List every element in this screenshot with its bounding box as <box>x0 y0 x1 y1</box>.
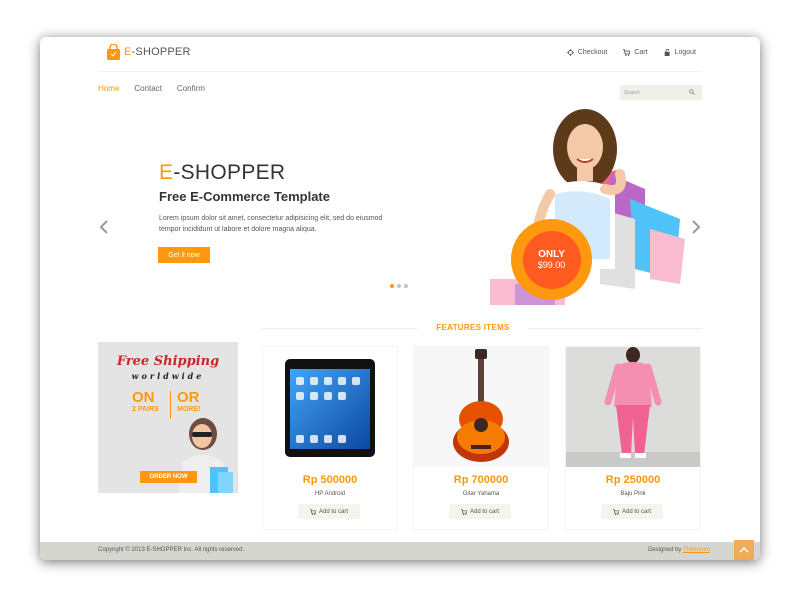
features-divider-left <box>262 328 417 329</box>
shopping-cart-icon <box>460 508 467 515</box>
ad-pairs-text: 2 PAIRS <box>132 406 159 413</box>
ad-worldwide-text: worldwide <box>131 371 205 381</box>
slider-dot-3[interactable] <box>404 284 408 288</box>
badge-only-text: ONLY <box>538 249 565 260</box>
hero-description: Lorem ipsum dolor sit amet, consectetur … <box>159 215 383 233</box>
product-image-guitar[interactable] <box>414 347 548 467</box>
order-now-button[interactable]: ORDER NOW <box>140 471 197 483</box>
logout-link[interactable]: Logout <box>664 49 696 56</box>
product-image-outfit[interactable] <box>566 347 700 467</box>
hero-title: E-SHOPPER <box>159 161 286 184</box>
footer: Copyright © 2013 E-SHOPPER Inc. All righ… <box>40 542 760 560</box>
shopping-cart-icon <box>612 508 619 515</box>
shopping-bag-icon <box>107 44 120 60</box>
search-icon[interactable] <box>689 89 695 95</box>
chevron-up-icon <box>739 546 749 553</box>
shopping-cart-icon <box>623 49 631 56</box>
price-badge: ONLY $99.00 <box>511 219 592 300</box>
add-to-cart-button[interactable]: Add to cart <box>601 504 663 519</box>
product-image-phone[interactable] <box>263 347 397 467</box>
get-it-now-button[interactable]: Get it now <box>158 247 210 263</box>
ad-or-text: OR <box>177 389 200 406</box>
pink-outfit-image <box>566 347 700 467</box>
shopping-cart-icon <box>309 508 316 515</box>
product-card-guitar: Rp 700000 Gitar Yahama Add to cart <box>413 346 549 530</box>
hero-subtitle: Free E-Commerce Template <box>159 189 330 204</box>
add-to-cart-label: Add to cart <box>318 508 348 515</box>
add-to-cart-label: Add to cart <box>469 508 499 515</box>
product-name[interactable]: Baju Pink <box>566 491 700 497</box>
cart-link[interactable]: Cart <box>623 49 648 56</box>
slider-indicators <box>390 284 408 288</box>
search-box <box>620 85 702 100</box>
shipping-ad-banner[interactable]: Free Shipping worldwide ON OR 2 PAIRS MO… <box>98 342 238 493</box>
checkout-link[interactable]: Checkout <box>566 49 608 56</box>
lock-icon <box>664 49 670 56</box>
guitar-image <box>453 349 509 462</box>
designed-by-text: Designed by Themeum <box>648 547 710 553</box>
features-title: FEATURES ITEMS <box>436 323 510 332</box>
logout-label: Logout <box>674 49 696 56</box>
badge-price-text: $99.00 <box>537 260 566 270</box>
slider-next-arrow-icon[interactable] <box>690 220 702 234</box>
add-to-cart-button[interactable]: Add to cart <box>298 504 360 519</box>
slider-dot-1[interactable] <box>390 284 394 288</box>
phone-image <box>285 359 375 457</box>
features-divider-right <box>528 328 702 329</box>
copyright-text: Copyright © 2013 E-SHOPPER Inc. All righ… <box>98 547 245 553</box>
cart-label: Cart <box>634 49 648 56</box>
designer-link[interactable]: Themeum <box>683 547 710 553</box>
main-nav: Home Contact Confirm <box>98 84 205 93</box>
slider-prev-arrow-icon[interactable] <box>98 220 110 234</box>
product-name[interactable]: HP Android <box>263 491 397 497</box>
product-price: Rp 500000 <box>302 474 358 486</box>
nav-confirm[interactable]: Confirm <box>177 84 205 93</box>
product-price: Rp 250000 <box>605 474 661 486</box>
nav-contact[interactable]: Contact <box>134 84 162 93</box>
product-price: Rp 700000 <box>453 474 509 486</box>
slider-dot-2[interactable] <box>397 284 401 288</box>
add-to-cart-label: Add to cart <box>621 508 651 515</box>
nav-home[interactable]: Home <box>98 84 119 93</box>
header-divider <box>98 71 702 72</box>
ad-free-shipping-text: Free Shipping <box>116 354 220 369</box>
product-name[interactable]: Gitar Yahama <box>414 491 548 497</box>
ad-on-text: ON <box>132 389 155 406</box>
product-card-hp-android: Rp 500000 HP Android Add to cart <box>262 346 398 530</box>
crosshair-icon <box>566 49 574 56</box>
scroll-up-button[interactable] <box>734 540 754 560</box>
price-badge-inner: ONLY $99.00 <box>522 230 581 289</box>
browser-window: E-SHOPPER Checkout Cart Logout Home Cont… <box>40 37 760 560</box>
top-links: Checkout Cart Logout <box>566 49 696 56</box>
add-to-cart-button[interactable]: Add to cart <box>449 504 511 519</box>
logo[interactable]: E-SHOPPER <box>106 44 191 60</box>
checkout-label: Checkout <box>577 49 608 56</box>
search-input[interactable] <box>624 89 684 96</box>
product-card-baju-pink: Rp 250000 Baju Pink Add to cart <box>565 346 701 530</box>
logo-text: E-SHOPPER <box>124 46 191 58</box>
